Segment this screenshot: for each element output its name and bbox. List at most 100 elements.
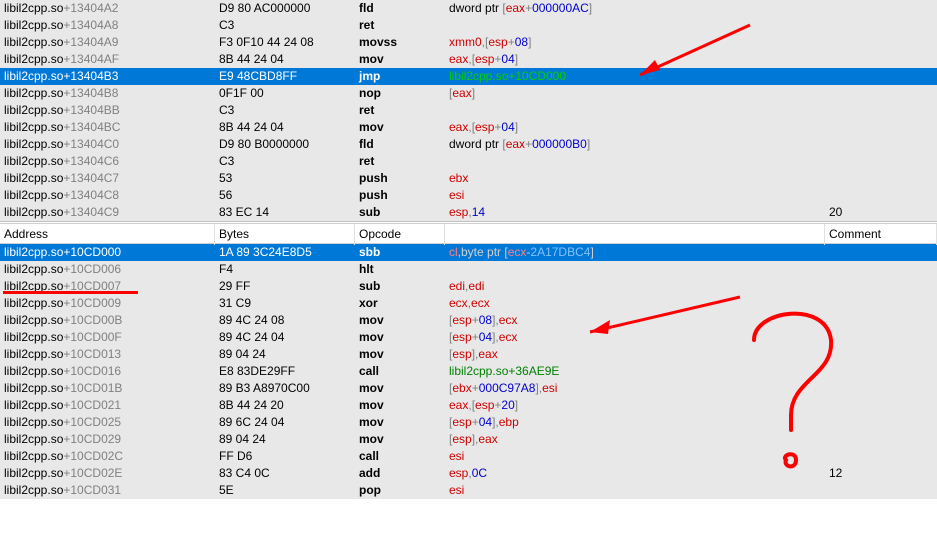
operands-cell: [esp+04],ebp [445, 414, 825, 431]
disasm-row[interactable]: libil2cpp.so+10CD016E8 83DE29FFcalllibil… [0, 363, 937, 380]
header-operands[interactable] [445, 224, 825, 245]
address-cell: libil2cpp.so+13404A9 [0, 34, 215, 51]
bytes-cell: C3 [215, 102, 355, 119]
disasm-row[interactable]: libil2cpp.so+10CD01389 04 24mov[esp],eax [0, 346, 937, 363]
disasm-row[interactable]: libil2cpp.so+10CD0218B 44 24 20moveax,[e… [0, 397, 937, 414]
disasm-row[interactable]: libil2cpp.so+13404A2D9 80 AC000000flddwo… [0, 0, 937, 17]
bytes-cell: C3 [215, 153, 355, 170]
bytes-cell: E9 48CBD8FF [215, 68, 355, 85]
comment-cell [825, 17, 937, 34]
address-cell: libil2cpp.so+13404B3 [0, 68, 215, 85]
opcode-cell: mov [355, 380, 445, 397]
disasm-row[interactable]: libil2cpp.so+13404A9F3 0F10 44 24 08movs… [0, 34, 937, 51]
operands-cell: esi [445, 482, 825, 499]
address-cell: libil2cpp.so+13404C7 [0, 170, 215, 187]
operands-cell: dword ptr [eax+000000AC] [445, 0, 825, 17]
opcode-cell: sub [355, 278, 445, 295]
header-address[interactable]: Address [0, 224, 215, 245]
comment-cell [825, 119, 937, 136]
disasm-pane-bottom[interactable]: libil2cpp.so+10CD0001A 89 3C24E8D5sbbcl,… [0, 244, 937, 499]
disasm-row[interactable]: libil2cpp.so+13404C856pushesi [0, 187, 937, 204]
disasm-row[interactable]: libil2cpp.so+13404BC8B 44 24 04moveax,[e… [0, 119, 937, 136]
opcode-cell: fld [355, 136, 445, 153]
disasm-row[interactable]: libil2cpp.so+10CD00B89 4C 24 08mov[esp+0… [0, 312, 937, 329]
opcode-cell: ret [355, 102, 445, 119]
operands-cell: [ebx+000C97A8],esi [445, 380, 825, 397]
bytes-cell: 8B 44 24 04 [215, 119, 355, 136]
comment-cell [825, 85, 937, 102]
disasm-row[interactable]: libil2cpp.so+13404B3E9 48CBD8FFjmplibil2… [0, 68, 937, 85]
disasm-row[interactable]: libil2cpp.so+13404C983 EC 14subesp,1420 [0, 204, 937, 221]
disasm-row[interactable]: libil2cpp.so+10CD02E83 C4 0Caddesp,0C12 [0, 465, 937, 482]
opcode-cell: push [355, 170, 445, 187]
opcode-cell: fld [355, 0, 445, 17]
disasm-row[interactable]: libil2cpp.so+13404C753pushebx [0, 170, 937, 187]
operands-cell: libil2cpp.so+10CD000 [445, 68, 825, 85]
address-cell: libil2cpp.so+13404B8 [0, 85, 215, 102]
header-opcode[interactable]: Opcode [355, 224, 445, 245]
disasm-pane-top[interactable]: libil2cpp.so+13404A2D9 80 AC000000flddwo… [0, 0, 937, 221]
bytes-cell: 53 [215, 170, 355, 187]
operands-cell [445, 102, 825, 119]
operands-cell: libil2cpp.so+36AE9E [445, 363, 825, 380]
address-cell: libil2cpp.so+13404BB [0, 102, 215, 119]
operands-cell: [esp],eax [445, 431, 825, 448]
disasm-row[interactable]: libil2cpp.so+10CD02CFF D6callesi [0, 448, 937, 465]
address-cell: libil2cpp.so+13404C0 [0, 136, 215, 153]
address-cell: libil2cpp.so+13404AF [0, 51, 215, 68]
address-cell: libil2cpp.so+10CD02C [0, 448, 215, 465]
bytes-cell: 89 04 24 [215, 346, 355, 363]
disasm-row[interactable]: libil2cpp.so+10CD0001A 89 3C24E8D5sbbcl,… [0, 244, 937, 261]
bytes-cell: F4 [215, 261, 355, 278]
column-header-row: Address Bytes Opcode Comment [0, 223, 937, 244]
opcode-cell: nop [355, 85, 445, 102]
disasm-row[interactable]: libil2cpp.so+10CD02989 04 24mov[esp],eax [0, 431, 937, 448]
disasm-row[interactable]: libil2cpp.so+13404AF8B 44 24 04moveax,[e… [0, 51, 937, 68]
disasm-row[interactable]: libil2cpp.so+13404B80F1F 00nop[eax] [0, 85, 937, 102]
opcode-cell: mov [355, 346, 445, 363]
comment-cell [825, 346, 937, 363]
opcode-cell: hlt [355, 261, 445, 278]
disasm-row[interactable]: libil2cpp.so+13404C0D9 80 B0000000flddwo… [0, 136, 937, 153]
operands-cell: dword ptr [eax+000000B0] [445, 136, 825, 153]
address-cell: libil2cpp.so+10CD031 [0, 482, 215, 499]
disasm-row[interactable]: libil2cpp.so+10CD00F89 4C 24 04mov[esp+0… [0, 329, 937, 346]
comment-cell [825, 295, 937, 312]
disasm-row[interactable]: libil2cpp.so+13404BBC3ret [0, 102, 937, 119]
opcode-cell: movss [355, 34, 445, 51]
comment-cell [825, 380, 937, 397]
bytes-cell: 8B 44 24 04 [215, 51, 355, 68]
opcode-cell: mov [355, 414, 445, 431]
disasm-row[interactable]: libil2cpp.so+10CD0315Epopesi [0, 482, 937, 499]
comment-cell [825, 431, 937, 448]
opcode-cell: mov [355, 431, 445, 448]
comment-cell [825, 448, 937, 465]
disasm-row[interactable]: libil2cpp.so+13404C6C3ret [0, 153, 937, 170]
bytes-cell: 8B 44 24 20 [215, 397, 355, 414]
address-cell: libil2cpp.so+10CD007 [0, 278, 215, 295]
operands-cell: xmm0,[esp+08] [445, 34, 825, 51]
opcode-cell: ret [355, 17, 445, 34]
opcode-cell: ret [355, 153, 445, 170]
bytes-cell: 0F1F 00 [215, 85, 355, 102]
operands-cell: [eax] [445, 85, 825, 102]
header-comment[interactable]: Comment [825, 224, 937, 245]
bytes-cell: 5E [215, 482, 355, 499]
address-cell: libil2cpp.so+10CD006 [0, 261, 215, 278]
disasm-row[interactable]: libil2cpp.so+10CD01B89 B3 A8970C00mov[eb… [0, 380, 937, 397]
disasm-row[interactable]: libil2cpp.so+10CD00931 C9xorecx,ecx [0, 295, 937, 312]
opcode-cell: jmp [355, 68, 445, 85]
disasm-row[interactable]: libil2cpp.so+13404A8C3ret [0, 17, 937, 34]
disasm-row[interactable]: libil2cpp.so+10CD02589 6C 24 04mov[esp+0… [0, 414, 937, 431]
disasm-row[interactable]: libil2cpp.so+10CD00729 FFsubedi,edi [0, 278, 937, 295]
comment-cell [825, 414, 937, 431]
address-cell: libil2cpp.so+10CD02E [0, 465, 215, 482]
opcode-cell: sbb [355, 244, 445, 261]
address-cell: libil2cpp.so+10CD021 [0, 397, 215, 414]
operands-cell: eax,[esp+04] [445, 119, 825, 136]
disasm-row[interactable]: libil2cpp.so+10CD006F4hlt [0, 261, 937, 278]
operands-cell: edi,edi [445, 278, 825, 295]
header-bytes[interactable]: Bytes [215, 224, 355, 245]
comment-cell [825, 102, 937, 119]
address-cell: libil2cpp.so+10CD00B [0, 312, 215, 329]
